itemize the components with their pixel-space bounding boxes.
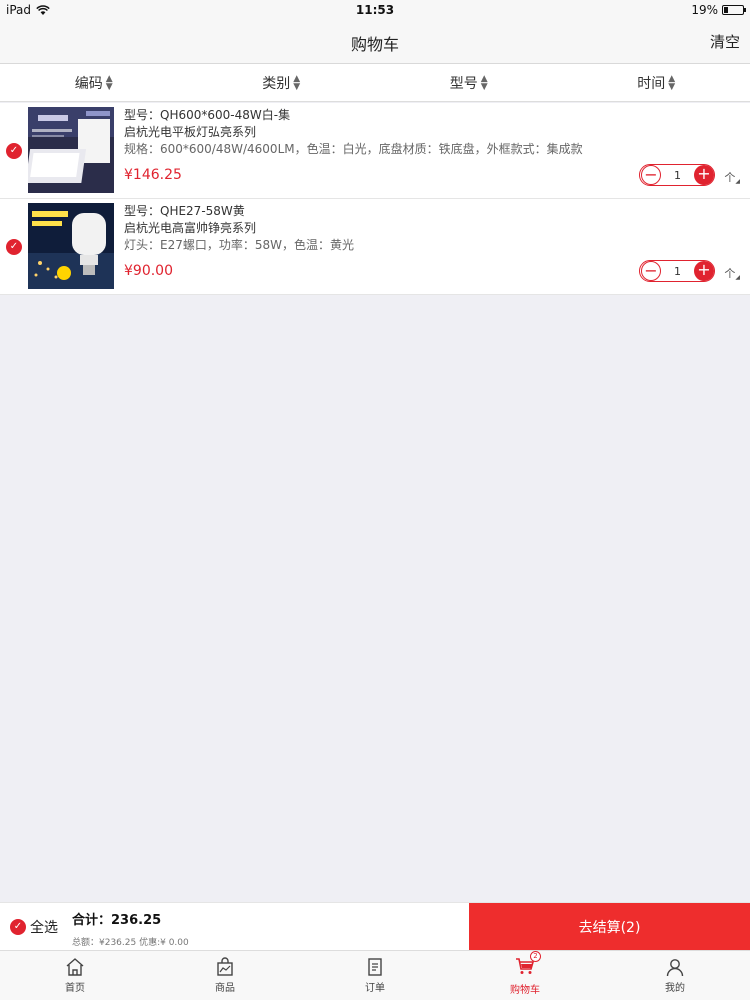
tab-profile[interactable]: 我的 — [600, 951, 750, 1000]
shopping-bag-icon — [217, 957, 233, 976]
tab-products[interactable]: 商品 — [150, 951, 300, 1000]
item-spec: 规格：600*600/48W/4600LM，色温：白光，底盘材质：铁底盘，外框款… — [124, 142, 583, 156]
item-checkbox[interactable]: ✓ — [6, 143, 22, 159]
status-right: 19% — [691, 3, 746, 17]
checkout-bar: ✓ 全选 合计：236.25 总额：¥236.25 优惠:¥ 0.00 去结算(… — [0, 902, 750, 951]
bulb-image — [28, 203, 114, 289]
sort-by-code[interactable]: 编码 ▲ ▼ — [0, 64, 188, 101]
cart-count-badge: 2 — [530, 950, 541, 962]
sort-arrows-icon: ▲ ▼ — [105, 73, 113, 92]
panel-light-image — [28, 107, 114, 193]
nav-bar: 购物车 清空 — [0, 20, 750, 64]
item-model: 型号：QHE27-58W黄 — [124, 204, 245, 218]
item-checkbox[interactable]: ✓ — [6, 239, 22, 255]
tab-label: 我的 — [665, 983, 685, 994]
item-unit: 个◢ — [724, 169, 740, 185]
decrease-quantity-button[interactable]: − — [641, 165, 661, 185]
quantity-stepper: − 1 + — [639, 164, 715, 186]
sort-label: 时间 — [637, 75, 666, 92]
select-all-checkbox[interactable]: ✓ — [10, 919, 26, 935]
tab-orders[interactable]: 订单 — [300, 951, 450, 1000]
cart-list: ✓ 型号：QH600*600-48W白-集 启杭光电平板灯弘亮系列 规格：600… — [0, 103, 750, 295]
battery-percent: 19% — [691, 3, 718, 17]
unit-label: 个 — [724, 171, 736, 184]
tab-label: 订单 — [365, 983, 385, 994]
quantity-stepper: − 1 + — [639, 260, 715, 282]
sort-label: 型号 — [449, 75, 478, 92]
checkout-button[interactable]: 去结算(2) — [469, 903, 750, 951]
sort-label: 类别 — [262, 75, 291, 92]
sort-by-category[interactable]: 类别 ▲ ▼ — [188, 64, 376, 101]
tab-cart[interactable]: 2 购物车 — [450, 950, 600, 1000]
select-all-toggle[interactable]: ✓ 全选 — [10, 917, 58, 937]
battery-icon — [722, 5, 746, 15]
tab-label: 购物车 — [510, 984, 540, 996]
item-unit: 个◢ — [724, 265, 740, 281]
item-price: ¥146.25 — [124, 167, 182, 183]
home-icon — [66, 958, 84, 976]
corner-triangle-icon: ◢ — [735, 178, 740, 185]
sort-by-model[interactable]: 型号 ▲ ▼ — [375, 64, 563, 101]
item-model: 型号：QH600*600-48W白-集 — [124, 108, 291, 122]
item-info: 型号：QHE27-58W黄 启杭光电高富帅铮亮系列 灯头：E27螺口，功率：58… — [124, 203, 600, 254]
item-spec: 灯头：E27螺口，功率：58W，色温：黄光 — [124, 238, 354, 252]
user-icon — [666, 959, 684, 977]
item-price: ¥90.00 — [124, 263, 173, 279]
item-series: 启杭光电高富帅铮亮系列 — [124, 221, 257, 235]
sort-arrows-icon: ▲ ▼ — [293, 73, 301, 92]
sort-arrows-icon: ▲ ▼ — [668, 73, 676, 92]
tab-bar: 首页 商品 订单 2 购物车 我的 — [0, 950, 750, 1000]
total-amount: 合计：236.25 — [72, 913, 162, 928]
clear-cart-button[interactable]: 清空 — [710, 31, 740, 52]
select-all-label: 全选 — [30, 920, 58, 936]
page-title: 购物车 — [350, 35, 399, 54]
quantity-value[interactable]: 1 — [674, 169, 681, 182]
total-detail: 总额：¥236.25 优惠:¥ 0.00 — [72, 938, 189, 948]
sort-label: 编码 — [74, 75, 103, 92]
unit-label: 个 — [724, 267, 736, 280]
totals: 合计：236.25 总额：¥236.25 优惠:¥ 0.00 — [72, 909, 189, 948]
item-info: 型号：QH600*600-48W白-集 启杭光电平板灯弘亮系列 规格：600*6… — [124, 107, 600, 158]
tab-label: 首页 — [65, 983, 85, 994]
item-series: 启杭光电平板灯弘亮系列 — [124, 125, 257, 139]
cart-item: ✓ 型号：QH600*600-48W白-集 启杭光电平板灯弘亮系列 规格：600… — [0, 103, 750, 199]
status-time: 11:53 — [355, 3, 395, 17]
status-bar: iPad 11:53 19% — [0, 0, 750, 20]
tab-label: 商品 — [215, 983, 235, 994]
corner-triangle-icon: ◢ — [735, 274, 740, 281]
cart-item: ✓ 型号：QHE27-58W黄 启杭光电高富帅铮亮系列 灯头：E27螺口，功率：… — [0, 199, 750, 295]
quantity-value[interactable]: 1 — [674, 265, 681, 278]
decrease-quantity-button[interactable]: − — [641, 261, 661, 281]
tab-home[interactable]: 首页 — [0, 951, 150, 1000]
increase-quantity-button[interactable]: + — [694, 261, 714, 281]
sort-by-time[interactable]: 时间 ▲ ▼ — [563, 64, 750, 101]
product-image[interactable] — [28, 107, 114, 193]
increase-quantity-button[interactable]: + — [694, 165, 714, 185]
sort-arrows-icon: ▲ ▼ — [480, 73, 488, 92]
cart-icon-wrap: 2 — [515, 950, 541, 981]
order-list-icon — [368, 958, 382, 976]
sort-bar: 编码 ▲ ▼ 类别 ▲ ▼ 型号 ▲ ▼ 时间 ▲ ▼ — [0, 64, 750, 102]
product-image[interactable] — [28, 203, 114, 289]
battery-fill — [724, 7, 728, 13]
